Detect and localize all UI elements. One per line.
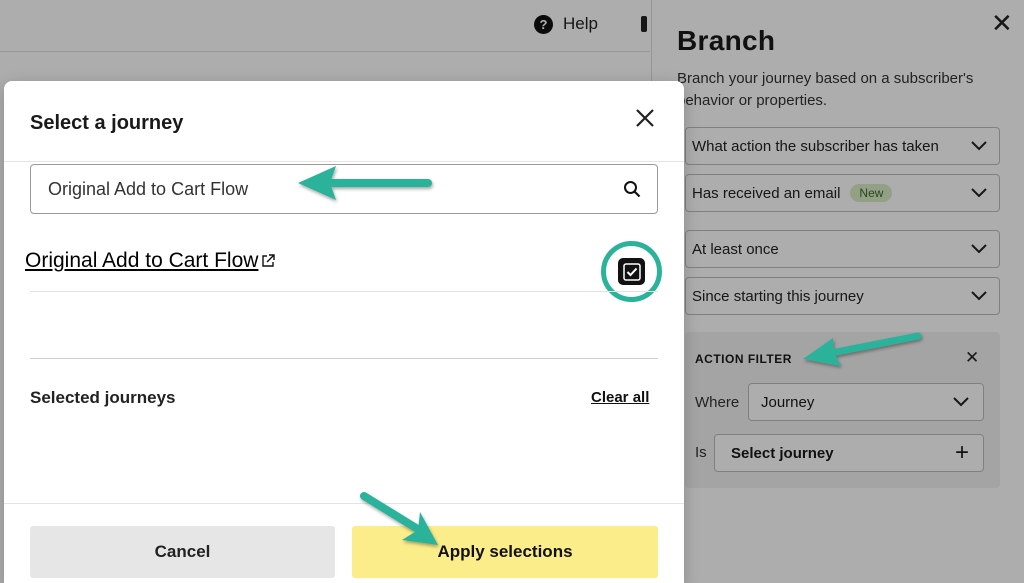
divider [4, 503, 684, 504]
divider [30, 358, 658, 359]
modal-title: Select a journey [30, 112, 184, 134]
selected-journeys-heading: Selected journeys [30, 388, 176, 407]
check-icon [622, 262, 641, 281]
cancel-button[interactable]: Cancel [30, 526, 335, 578]
select-journey-modal: Select a journey Original Add to Cart Fl… [4, 81, 684, 583]
search-input[interactable] [48, 178, 623, 200]
apply-selections-button[interactable]: Apply selections [352, 526, 658, 578]
modal-header: Select a journey [4, 81, 684, 162]
external-link-icon [262, 254, 276, 267]
list-item: Original Add to Cart Flow [24, 241, 664, 302]
journey-link[interactable]: Original Add to Cart Flow [25, 249, 276, 273]
close-icon[interactable] [636, 108, 654, 132]
checkbox-highlight [601, 241, 662, 302]
journey-checkbox[interactable] [618, 258, 645, 285]
search-icon[interactable] [623, 180, 641, 198]
journey-search[interactable] [30, 164, 658, 214]
clear-all-link[interactable]: Clear all [591, 389, 649, 406]
divider [30, 291, 658, 292]
